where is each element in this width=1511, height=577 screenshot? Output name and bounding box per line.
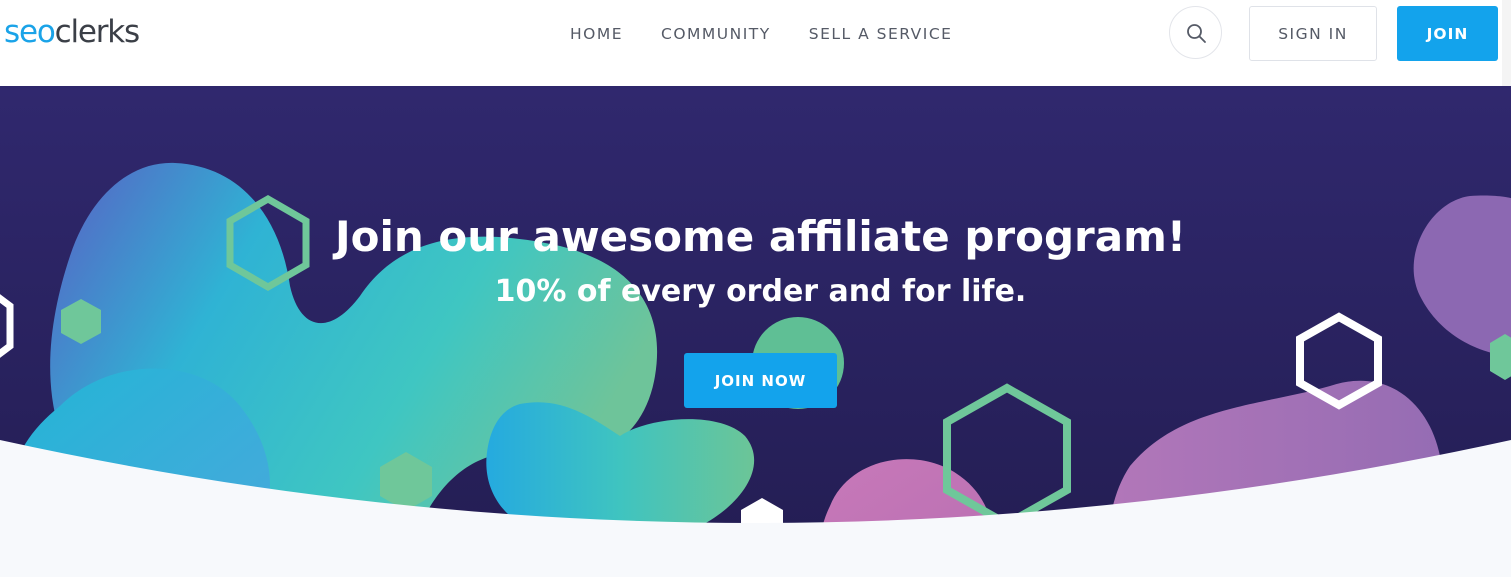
search-button[interactable] [1169, 6, 1222, 59]
hero-background-illustration [0, 86, 1511, 577]
site-header: seoclerks HOME COMMUNITY SELL A SERVICE … [0, 0, 1511, 86]
sign-in-button[interactable]: SIGN IN [1249, 6, 1377, 61]
nav-home-link[interactable]: HOME [570, 24, 623, 44]
affiliate-hero-banner: Join our awesome affiliate program! 10% … [0, 86, 1511, 577]
nav-sell-a-service-link[interactable]: SELL A SERVICE [809, 24, 953, 44]
logo-clerks-part: clerks [54, 14, 141, 50]
join-button[interactable]: JOIN [1397, 6, 1498, 61]
seoclerks-logo[interactable]: seoclerks [4, 12, 141, 52]
main-nav: HOME COMMUNITY SELL A SERVICE [570, 24, 952, 44]
nav-community-link[interactable]: COMMUNITY [661, 24, 771, 44]
hero-title: Join our awesome affiliate program! [334, 212, 1186, 261]
join-now-button[interactable]: JOIN NOW [684, 353, 837, 408]
hero-subtitle: 10% of every order and for life. [494, 274, 1027, 309]
search-icon [1187, 24, 1206, 43]
logo-seo-part: seo [4, 14, 56, 50]
scrollbar-track[interactable] [1502, 0, 1511, 86]
